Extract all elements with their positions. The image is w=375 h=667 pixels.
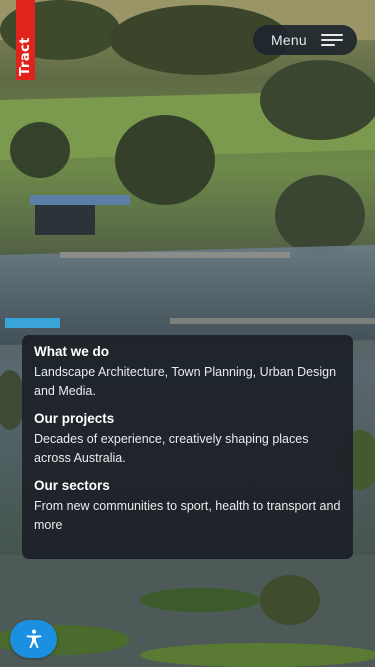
menu-button[interactable]: Menu <box>253 25 357 55</box>
info-card: What we do Landscape Architecture, Town … <box>22 335 353 559</box>
info-section-what-we-do: What we do Landscape Architecture, Town … <box>34 344 341 401</box>
logo[interactable]: Tract <box>16 0 35 80</box>
menu-label: Menu <box>271 32 307 48</box>
hamburger-menu-icon <box>321 34 343 46</box>
info-section-our-projects: Our projects Decades of experience, crea… <box>34 411 341 468</box>
what-we-do-link[interactable]: What we do <box>34 344 341 360</box>
accessibility-icon <box>23 628 45 650</box>
our-projects-description: Decades of experience, creatively shapin… <box>34 432 309 465</box>
logo-text: Tract <box>18 36 34 77</box>
info-section-our-sectors: Our sectors From new communities to spor… <box>34 478 341 535</box>
our-projects-link[interactable]: Our projects <box>34 411 341 427</box>
our-sectors-link[interactable]: Our sectors <box>34 478 341 494</box>
what-we-do-description: Landscape Architecture, Town Planning, U… <box>34 365 337 398</box>
hero-background-image <box>0 0 375 667</box>
accessibility-button[interactable] <box>10 620 57 658</box>
our-sectors-description: From new communities to sport, health to… <box>34 499 341 532</box>
page: Tract Menu What we do Landscape Architec… <box>0 0 375 667</box>
